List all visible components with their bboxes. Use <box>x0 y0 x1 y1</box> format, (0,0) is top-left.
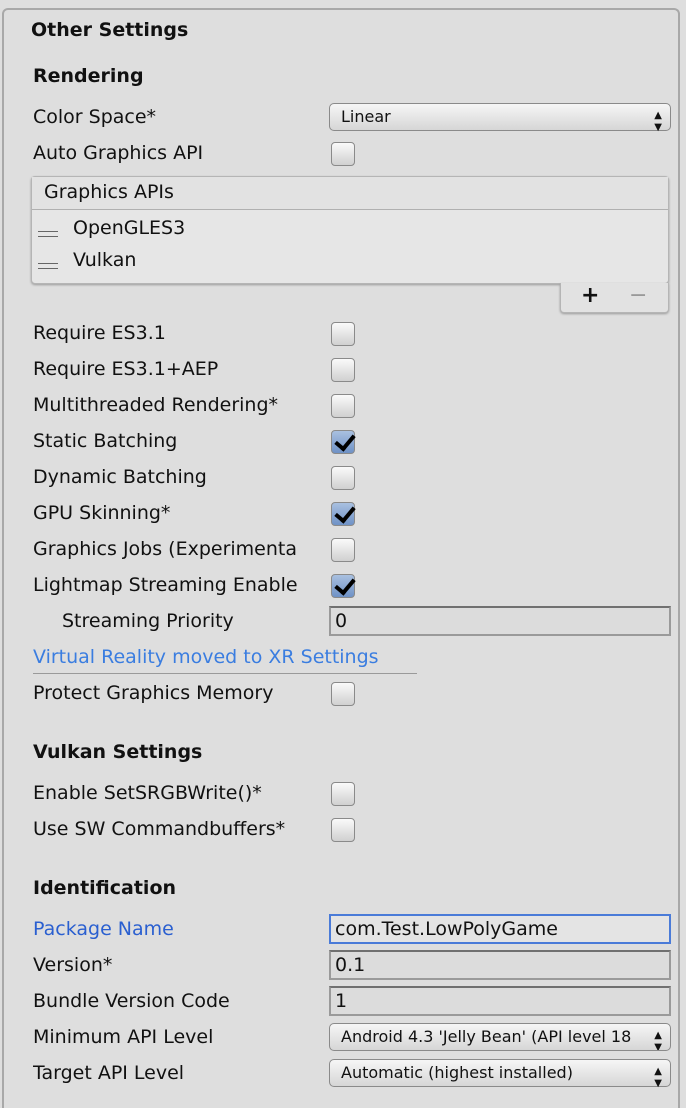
toggle-checkbox[interactable] <box>331 574 355 598</box>
package-name-label: Package Name <box>33 918 174 940</box>
drag-handle-icon[interactable] <box>38 231 58 237</box>
toggle-checkbox[interactable] <box>331 538 355 562</box>
toggle-checkbox[interactable] <box>331 358 355 382</box>
toggle-label: Dynamic Batching <box>33 466 207 488</box>
toggle-label: Graphics Jobs (Experimenta <box>33 538 298 560</box>
graphics-apis-list: Graphics APIs OpenGLES3 Vulkan <box>31 176 669 284</box>
toggle-label: Lightmap Streaming Enable <box>33 574 298 596</box>
sw-commandbuffers-label: Use SW Commandbuffers* <box>33 818 286 840</box>
vulkan-heading: Vulkan Settings <box>33 741 203 763</box>
toggle-label: Require ES3.1+AEP <box>33 358 219 380</box>
protect-memory-checkbox[interactable] <box>331 682 355 706</box>
toggle-checkbox[interactable] <box>331 430 355 454</box>
dropdown-value: Android 4.3 'Jelly Bean' (API level 18 <box>341 1027 632 1046</box>
rendering-heading: Rendering <box>33 65 144 87</box>
sw-commandbuffers-checkbox[interactable] <box>331 818 355 842</box>
protect-memory-label: Protect Graphics Memory <box>33 682 274 704</box>
list-item[interactable]: Vulkan <box>32 242 668 274</box>
xr-settings-link[interactable]: Virtual Reality moved to XR Settings <box>33 639 417 674</box>
dropdown-value: Linear <box>341 107 391 126</box>
list-footer: + − <box>560 283 669 313</box>
color-space-label: Color Space* <box>33 106 157 128</box>
toggle-checkbox[interactable] <box>331 322 355 346</box>
dropdown-value: Automatic (highest installed) <box>341 1063 573 1082</box>
section-title[interactable]: Other Settings <box>31 19 188 41</box>
toggle-checkbox[interactable] <box>331 466 355 490</box>
updown-arrow-icon: ▲ ▼ <box>654 1066 662 1089</box>
toggle-label: Multithreaded Rendering* <box>33 394 279 416</box>
min-api-dropdown[interactable]: Android 4.3 'Jelly Bean' (API level 18 ▲ ▼ <box>329 1023 671 1051</box>
version-field[interactable]: 0.1 <box>329 950 671 980</box>
updown-arrow-icon: ▲ ▼ <box>654 1030 662 1051</box>
add-button[interactable]: + <box>581 283 599 308</box>
target-api-dropdown[interactable]: Automatic (highest installed) ▲ ▼ <box>329 1059 671 1089</box>
toggle-label: Static Batching <box>33 430 178 452</box>
target-api-label: Target API Level <box>33 1062 185 1084</box>
auto-graphics-api-label: Auto Graphics API <box>33 142 204 164</box>
updown-arrow-icon: ▲ ▼ <box>654 110 662 133</box>
toggle-checkbox[interactable] <box>331 394 355 418</box>
bundle-code-label: Bundle Version Code <box>33 990 230 1012</box>
list-header: Graphics APIs <box>32 177 668 210</box>
drag-handle-icon[interactable] <box>38 263 58 269</box>
toggle-label: GPU Skinning* <box>33 502 171 524</box>
bundle-code-field[interactable]: 1 <box>329 986 671 1016</box>
toggle-checkbox[interactable] <box>331 502 355 526</box>
list-item[interactable]: OpenGLES3 <box>32 210 668 242</box>
streaming-priority-label: Streaming Priority <box>62 610 234 632</box>
package-name-field[interactable]: com.Test.LowPolyGame <box>329 914 671 944</box>
auto-graphics-api-checkbox[interactable] <box>331 142 355 166</box>
streaming-priority-field[interactable]: 0 <box>329 606 671 636</box>
version-label: Version* <box>33 954 113 976</box>
item-label: OpenGLES3 <box>73 217 186 239</box>
srgb-write-checkbox[interactable] <box>331 782 355 806</box>
toggle-label: Require ES3.1 <box>33 322 166 344</box>
item-label: Vulkan <box>73 249 137 271</box>
identification-heading: Identification <box>33 877 177 899</box>
remove-button[interactable]: − <box>629 283 647 308</box>
srgb-write-label: Enable SetSRGBWrite()* <box>33 782 262 804</box>
min-api-label: Minimum API Level <box>33 1026 214 1048</box>
color-space-dropdown[interactable]: Linear ▲ ▼ <box>329 103 671 133</box>
